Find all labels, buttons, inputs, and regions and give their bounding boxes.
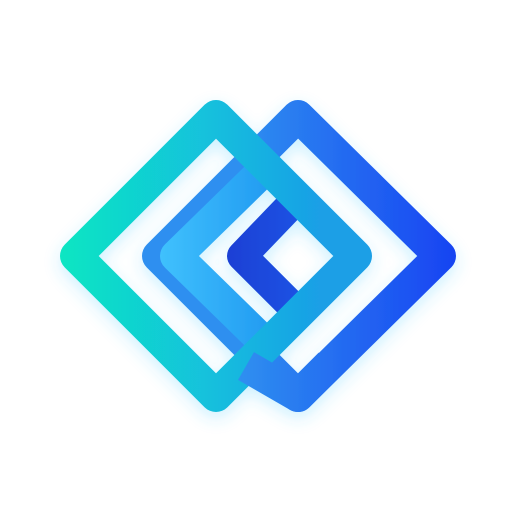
- app-icon-canvas: [0, 0, 512, 512]
- right-diamond-shape: [142, 100, 456, 412]
- interlocking-diamonds-logo: [60, 100, 456, 412]
- inner-diamond-shape: [227, 195, 301, 315]
- left-diamond-shape: [60, 100, 372, 412]
